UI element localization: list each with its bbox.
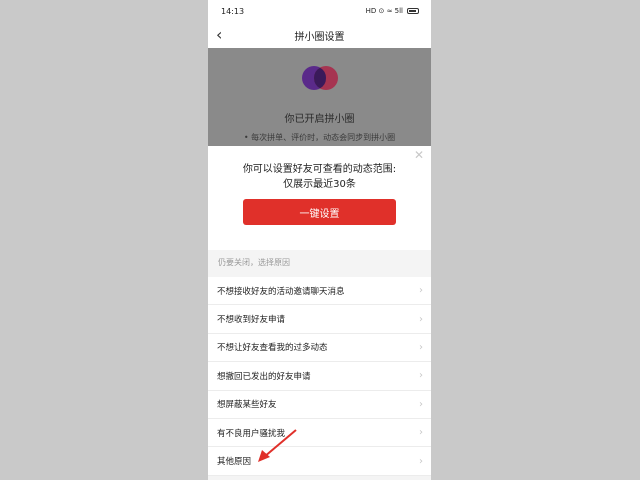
chevron-right-icon: ›: [419, 313, 423, 325]
one-click-setup-button[interactable]: 一键设置: [243, 199, 396, 225]
reason-label: 其他原因: [217, 457, 252, 468]
battery-icon: [407, 8, 419, 14]
signal-icon: HD ⊙ ≈ 5ll: [365, 7, 403, 15]
popup-line-2: 仅展示最近30条: [283, 179, 356, 190]
reason-label: 不想接收好友的活动邀请聊天消息: [217, 286, 345, 297]
reason-item-block-friends[interactable]: 想屏蔽某些好友 ›: [208, 390, 431, 419]
background-subtitle: • 每次拼单、评价时，动态会同步到拼小圈: [243, 133, 396, 142]
reason-item-no-friend-requests[interactable]: 不想收到好友申请 ›: [208, 305, 431, 334]
reason-list: 不想接收好友的活动邀请聊天消息 › 不想收到好友申请 › 不想让好友查看我的过多…: [208, 277, 431, 476]
reason-label: 想屏蔽某些好友: [217, 400, 277, 411]
page-title: 拼小圈设置: [294, 31, 345, 43]
reason-item-withdraw-requests[interactable]: 想撤回已发出的好友申请 ›: [208, 362, 431, 391]
chevron-right-icon: ›: [419, 285, 423, 297]
background-title: 你已开启拼小圈: [284, 114, 355, 125]
status-time: 14:13: [221, 6, 245, 16]
chevron-right-icon: ›: [419, 341, 423, 353]
reason-item-harassment[interactable]: 有不良用户骚扰我 ›: [208, 418, 431, 448]
popup-line-1: 你可以设置好友可查看的动态范围:: [242, 164, 397, 175]
reason-item-too-many-posts-visible[interactable]: 不想让好友查看我的过多动态 ›: [208, 333, 431, 363]
chevron-right-icon: ›: [419, 455, 423, 467]
pinxiaoquan-logo-icon: [302, 66, 338, 90]
settings-popup: ✕ 你可以设置好友可查看的动态范围: 仅展示最近30条 一键设置: [208, 146, 431, 250]
nav-bar: ‹ 拼小圈设置: [208, 22, 431, 48]
reasons-label: 仍要关闭，选择原因: [218, 258, 290, 267]
popup-message: 你可以设置好友可查看的动态范围: 仅展示最近30条: [208, 162, 431, 192]
status-bar: 14:13 HD ⊙ ≈ 5ll: [208, 0, 431, 22]
dimmed-background: 你已开启拼小圈 • 每次拼单、评价时，动态会同步到拼小圈: [208, 48, 431, 152]
status-icons: HD ⊙ ≈ 5ll: [366, 7, 419, 15]
chevron-right-icon: ›: [419, 370, 423, 382]
reason-label: 有不良用户骚扰我: [217, 428, 286, 439]
chevron-left-icon[interactable]: ‹: [216, 25, 222, 45]
reason-label: 不想收到好友申请: [217, 315, 286, 326]
reason-item-no-activity-invites[interactable]: 不想接收好友的活动邀请聊天消息 ›: [208, 277, 431, 306]
chevron-right-icon: ›: [419, 427, 423, 439]
reason-label: 想撤回已发出的好友申请: [217, 371, 311, 382]
phone-screen: 14:13 HD ⊙ ≈ 5ll ‹ 拼小圈设置 你已开启拼小圈 • 每次拼单、…: [208, 0, 431, 480]
reason-label: 不想让好友查看我的过多动态: [217, 343, 328, 354]
reason-item-other[interactable]: 其他原因 ›: [208, 447, 431, 476]
chevron-right-icon: ›: [419, 398, 423, 410]
close-icon[interactable]: ✕: [414, 148, 424, 162]
